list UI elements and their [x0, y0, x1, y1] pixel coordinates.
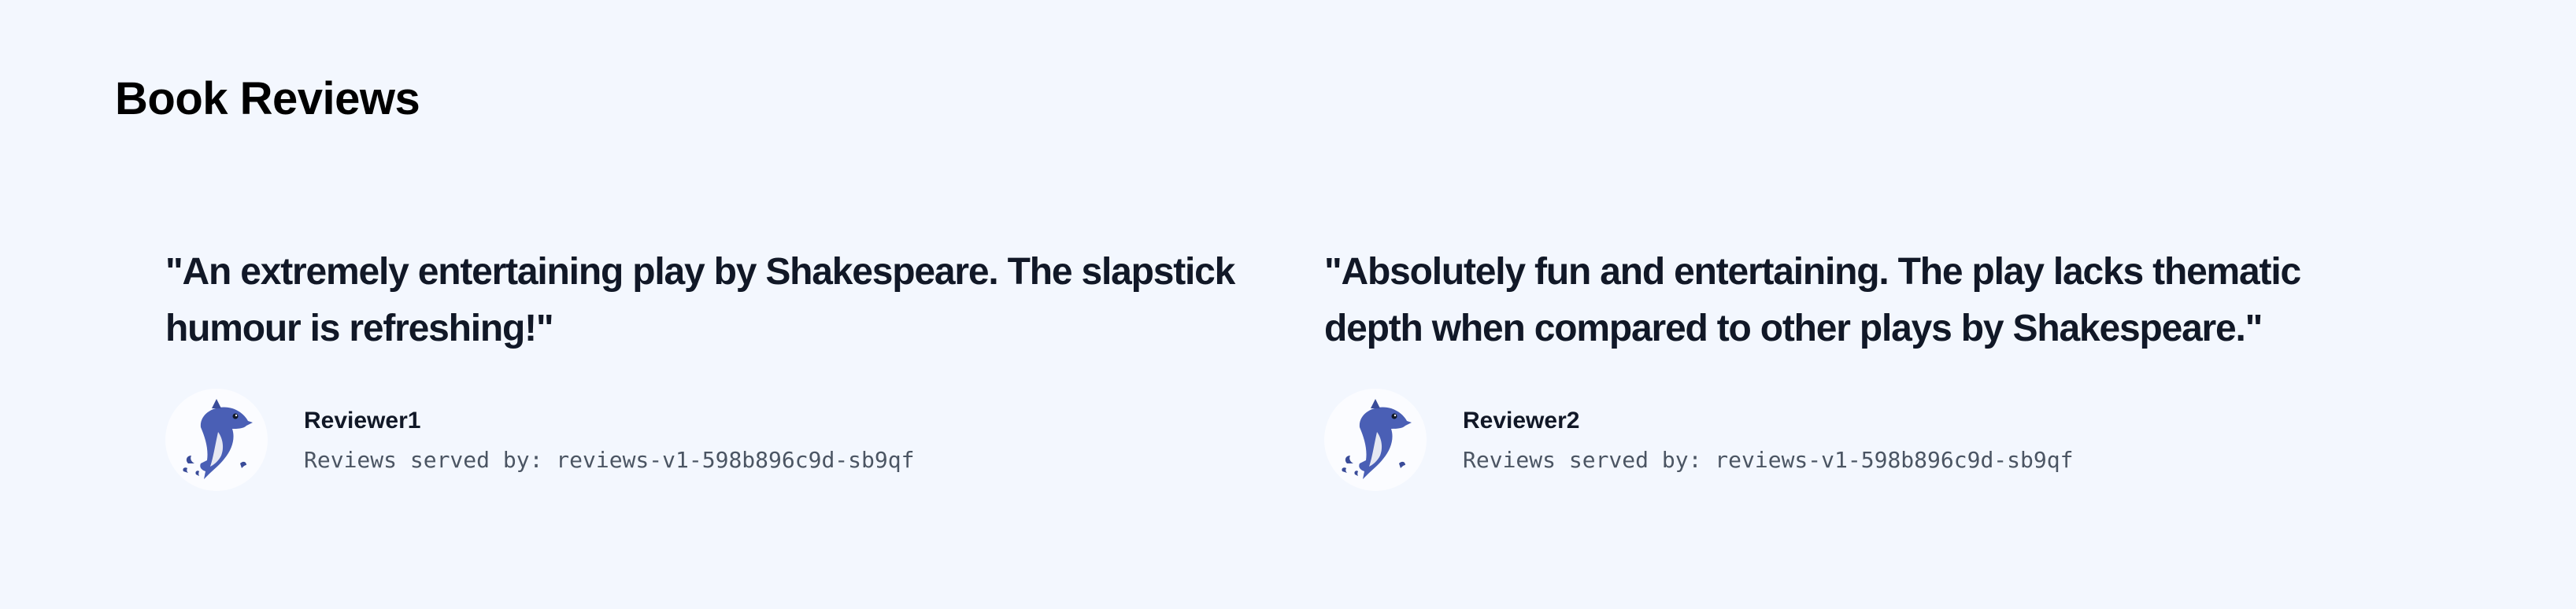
reviewer-name: Reviewer1 — [304, 408, 421, 434]
reviewer-info: Reviewer1 Reviews served by: reviews-v1-… — [304, 405, 914, 474]
review-text: "An extremely entertaining play by Shake… — [165, 251, 1235, 349]
served-by-text: Reviews served by: reviews-v1-598b896c9d… — [1463, 447, 2074, 473]
reviewer: Reviewer1 Reviews served by: reviews-v1-… — [165, 389, 1249, 491]
reviewer-name: Reviewer2 — [1463, 408, 1580, 434]
review-card: "Absolutely fun and entertaining. The pl… — [1324, 244, 2408, 491]
served-by-text: Reviews served by: reviews-v1-598b896c9d… — [304, 447, 915, 473]
reviews-list: "An extremely entertaining play by Shake… — [165, 244, 2408, 491]
book-reviews-page: Book Reviews "An extremely entertaining … — [0, 0, 2576, 609]
reviewer-info: Reviewer2 Reviews served by: reviews-v1-… — [1463, 405, 2073, 474]
page-title: Book Reviews — [115, 73, 420, 124]
dolphin-icon — [1342, 399, 1412, 479]
reviewer: Reviewer2 Reviews served by: reviews-v1-… — [1324, 389, 2408, 491]
avatar — [1324, 389, 1427, 491]
dolphin-icon — [183, 399, 253, 479]
avatar — [165, 389, 268, 491]
review-card: "An extremely entertaining play by Shake… — [165, 244, 1249, 491]
review-text: "Absolutely fun and entertaining. The pl… — [1324, 251, 2301, 349]
